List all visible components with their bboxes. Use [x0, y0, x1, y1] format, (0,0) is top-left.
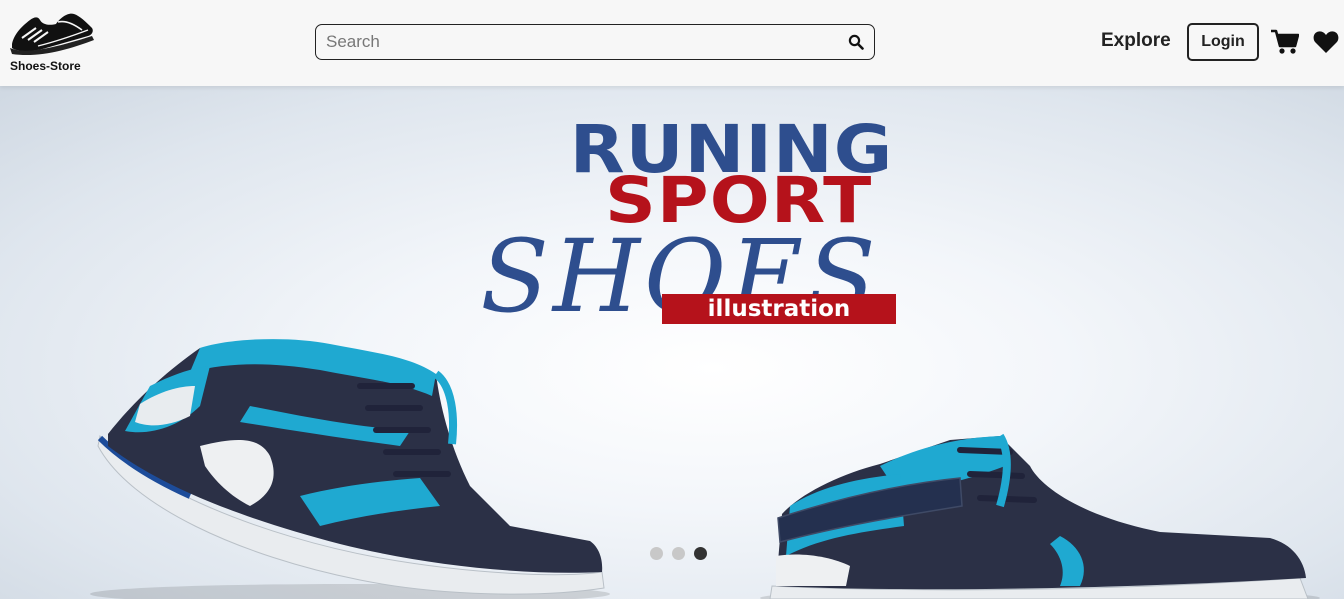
heart-icon[interactable]: [1313, 30, 1339, 54]
carousel-dot-1[interactable]: [650, 547, 663, 560]
explore-link[interactable]: Explore: [1101, 30, 1171, 52]
search-bar: [315, 24, 875, 60]
navbar: Shoes-Store Explore Login: [0, 0, 1344, 86]
brand-name: Shoes-Store: [10, 59, 81, 73]
search-input[interactable]: [326, 25, 841, 59]
search-icon[interactable]: [848, 34, 864, 50]
carousel-dot-3[interactable]: [694, 547, 707, 560]
sneaker-logo-icon: [10, 13, 94, 56]
left-sneaker-image: [97, 339, 605, 595]
hero-carousel[interactable]: RUNING SPORT SHOES illustration: [0, 86, 1344, 599]
cart-icon[interactable]: [1271, 29, 1299, 55]
carousel-dot-2[interactable]: [672, 547, 685, 560]
brand-logo[interactable]: Shoes-Store: [8, 8, 98, 76]
login-button[interactable]: Login: [1187, 23, 1259, 61]
hero-tag-illustration: illustration: [662, 294, 896, 324]
right-sneaker-image: [769, 433, 1309, 599]
